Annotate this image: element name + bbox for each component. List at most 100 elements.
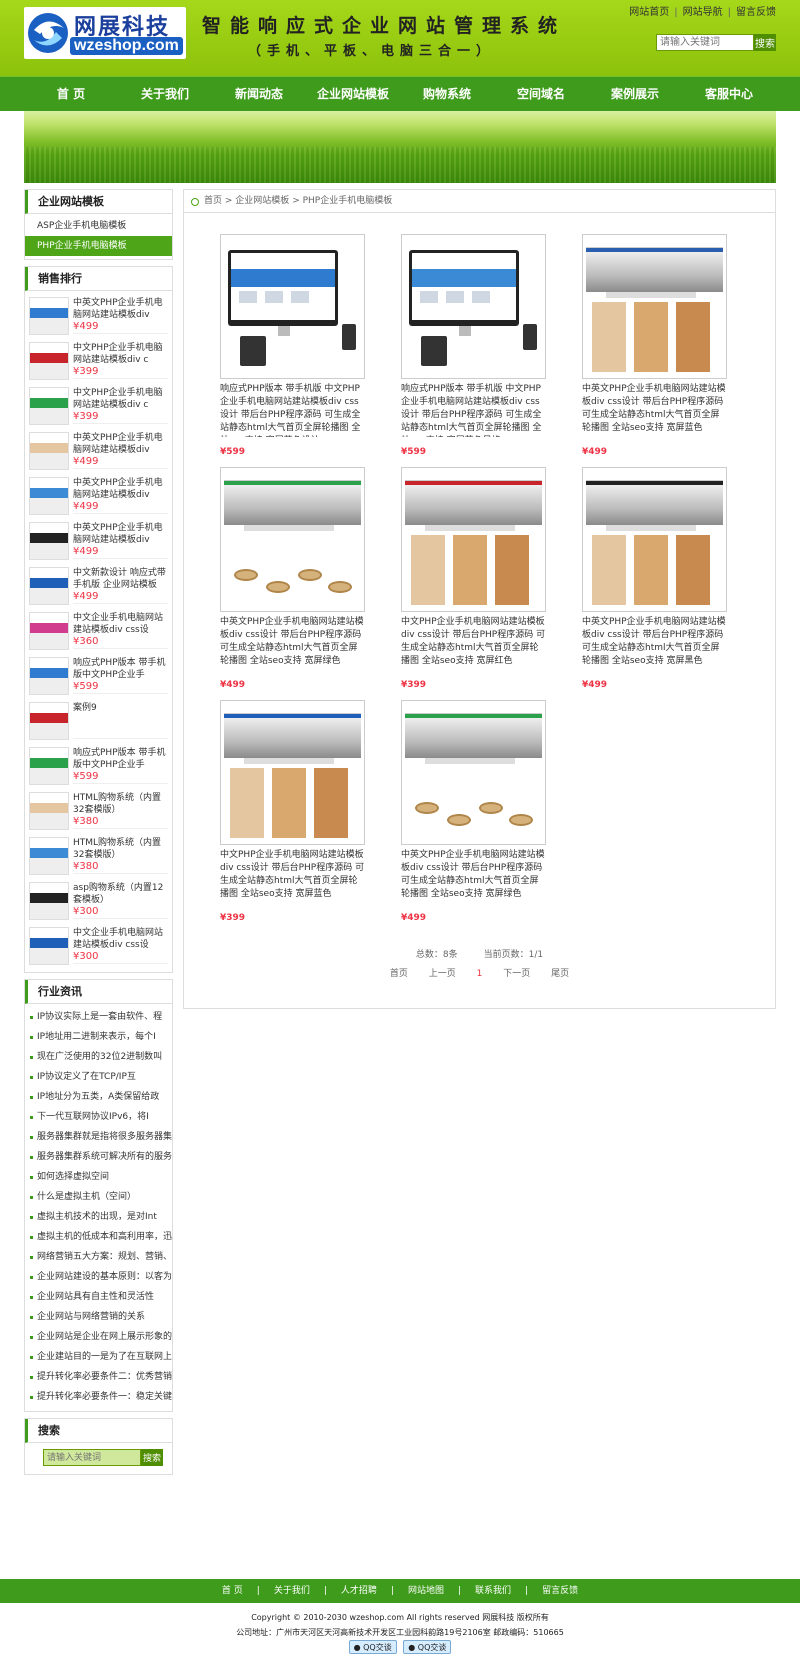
sales-item[interactable]: HTML购物系统（内置32套模版） ¥380 [25, 833, 172, 878]
sales-item-thumbnail[interactable] [29, 432, 69, 470]
sales-item-name[interactable]: 中文PHP企业手机电脑网站建站模板div c [73, 342, 168, 366]
sales-item[interactable]: 中英文PHP企业手机电脑网站建站模板div ¥499 [25, 518, 172, 563]
sales-item-name[interactable]: 响应式PHP版本 带手机版中文PHP企业手 [73, 747, 168, 771]
news-item[interactable]: 下一代互联网协议IPv6，将I [25, 1107, 172, 1127]
pager-page-1[interactable]: 1 [477, 969, 483, 979]
news-item[interactable]: 提升转化率必要条件一：稳定关键 [25, 1387, 172, 1407]
sales-item-thumbnail[interactable] [29, 297, 69, 335]
news-item[interactable]: IP地址分为五类，A类保留给政 [25, 1087, 172, 1107]
news-item[interactable]: 网络营销五大方案：规划、营销、 [25, 1247, 172, 1267]
category-item-asp[interactable]: ASP企业手机电脑模板 [25, 216, 172, 236]
sales-item-name[interactable]: 中英文PHP企业手机电脑网站建站模板div [73, 432, 168, 456]
sales-item-thumbnail[interactable] [29, 522, 69, 560]
sales-item-thumbnail[interactable] [29, 747, 69, 785]
breadcrumb-home[interactable]: 首页 [204, 196, 222, 206]
breadcrumb-templates[interactable]: 企业网站模板 [235, 196, 289, 206]
nav-about[interactable]: 关于我们 [118, 77, 212, 111]
sales-item-name[interactable]: 中文企业手机电脑网站建站模板div css设 [73, 612, 168, 636]
side-search-button[interactable]: 搜索 [141, 1449, 163, 1466]
product-image[interactable] [401, 467, 546, 612]
footer-link[interactable]: 留言反馈 [542, 1586, 578, 1596]
sales-item[interactable]: 中英文PHP企业手机电脑网站建站模板div ¥499 [25, 428, 172, 473]
footer-link[interactable]: 人才招聘 [341, 1586, 377, 1596]
pager-prev[interactable]: 上一页 [429, 969, 456, 979]
sales-item[interactable]: 中文PHP企业手机电脑网站建站模板div c ¥399 [25, 383, 172, 428]
qq-chat-button[interactable]: ● QQ交谈 [348, 1640, 397, 1654]
sales-item-thumbnail[interactable] [29, 342, 69, 380]
product-title[interactable]: 响应式PHP版本 带手机版 中文PHP企业手机电脑网站建站模板div css设计… [220, 383, 365, 437]
sales-item[interactable]: 案例9 [25, 698, 172, 743]
sales-item-name[interactable]: 中文企业手机电脑网站建站模板div css设 [73, 927, 168, 951]
footer-link[interactable]: 首 页 [222, 1586, 243, 1596]
side-search-input[interactable] [43, 1449, 141, 1466]
news-item[interactable]: 服务器集群系统可解决所有的服务 [25, 1147, 172, 1167]
news-item[interactable]: IP协议定义了在TCP/IP互 [25, 1067, 172, 1087]
product-title[interactable]: 中文PHP企业手机电脑网站建站模板div css设计 带后台PHP程序源码 可生… [220, 849, 365, 903]
sales-item-thumbnail[interactable] [29, 882, 69, 920]
category-item-php[interactable]: PHP企业手机电脑模板 [25, 236, 172, 256]
nav-home[interactable]: 首 页 [24, 77, 118, 111]
sales-item[interactable]: 响应式PHP版本 带手机版中文PHP企业手 ¥599 [25, 743, 172, 788]
sales-item-name[interactable]: 响应式PHP版本 带手机版中文PHP企业手 [73, 657, 168, 681]
sales-item-thumbnail[interactable] [29, 657, 69, 695]
sales-item-name[interactable]: HTML购物系统（内置32套模版） [73, 837, 168, 861]
product-title[interactable]: 中英文PHP企业手机电脑网站建站模板div css设计 带后台PHP程序源码 可… [401, 849, 546, 903]
sales-item-thumbnail[interactable] [29, 927, 69, 965]
sales-item-name[interactable]: 中英文PHP企业手机电脑网站建站模板div [73, 477, 168, 501]
news-item[interactable]: 服务器集群就是指将很多服务器集 [25, 1127, 172, 1147]
pager-last[interactable]: 尾页 [551, 969, 569, 979]
product-image[interactable] [582, 467, 727, 612]
nav-service[interactable]: 客服中心 [682, 77, 776, 111]
sales-item-name[interactable]: 中文新款设计 响应式带手机版 企业网站模板 [73, 567, 168, 591]
sales-item[interactable]: 响应式PHP版本 带手机版中文PHP企业手 ¥599 [25, 653, 172, 698]
news-item[interactable]: IP协议实际上是一套由软件、程 [25, 1007, 172, 1027]
sales-item-name[interactable]: 中文PHP企业手机电脑网站建站模板div c [73, 387, 168, 411]
sales-item[interactable]: 中文新款设计 响应式带手机版 企业网站模板 ¥499 [25, 563, 172, 608]
sales-item-name[interactable]: 中英文PHP企业手机电脑网站建站模板div [73, 522, 168, 546]
footer-link[interactable]: 关于我们 [274, 1586, 310, 1596]
news-item[interactable]: 现在广泛使用的32位2进制数叫 [25, 1047, 172, 1067]
sales-item-thumbnail[interactable] [29, 837, 69, 875]
product-image[interactable] [582, 234, 727, 379]
nav-news[interactable]: 新闻动态 [212, 77, 306, 111]
sales-item[interactable]: 中文PHP企业手机电脑网站建站模板div c ¥399 [25, 338, 172, 383]
footer-link[interactable]: 网站地图 [408, 1586, 444, 1596]
top-link-sitemap[interactable]: 网站导航 [683, 7, 723, 18]
news-item[interactable]: 企业网站是企业在网上展示形象的 [25, 1327, 172, 1347]
pager-first[interactable]: 首页 [390, 969, 408, 979]
footer-link[interactable]: 联系我们 [475, 1586, 511, 1596]
sales-item-name[interactable]: 案例9 [73, 702, 168, 714]
sales-item-thumbnail[interactable] [29, 702, 69, 740]
product-image[interactable] [220, 234, 365, 379]
sales-item[interactable]: 中英文PHP企业手机电脑网站建站模板div ¥499 [25, 293, 172, 338]
news-item[interactable]: 什么是虚拟主机（空间） [25, 1187, 172, 1207]
product-image[interactable] [401, 700, 546, 845]
news-item[interactable]: 虚拟主机技术的出现，是对Int [25, 1207, 172, 1227]
nav-cases[interactable]: 案例展示 [588, 77, 682, 111]
pager-next[interactable]: 下一页 [503, 969, 530, 979]
product-title[interactable]: 中英文PHP企业手机电脑网站建站模板div css设计 带后台PHP程序源码 可… [582, 616, 727, 670]
sales-item-thumbnail[interactable] [29, 612, 69, 650]
product-image[interactable] [401, 234, 546, 379]
top-link-home[interactable]: 网站首页 [629, 7, 669, 18]
sales-item-name[interactable]: 中英文PHP企业手机电脑网站建站模板div [73, 297, 168, 321]
sales-item[interactable]: 中文企业手机电脑网站建站模板div css设 ¥360 [25, 608, 172, 653]
sales-item-thumbnail[interactable] [29, 792, 69, 830]
news-item[interactable]: 如何选择虚拟空间 [25, 1167, 172, 1187]
sales-item-thumbnail[interactable] [29, 387, 69, 425]
product-title[interactable]: 中英文PHP企业手机电脑网站建站模板div css设计 带后台PHP程序源码 可… [220, 616, 365, 670]
sales-item[interactable]: asp购物系统（内置12套模板） ¥300 [25, 878, 172, 923]
sales-item-thumbnail[interactable] [29, 477, 69, 515]
product-image[interactable] [220, 467, 365, 612]
sales-item-thumbnail[interactable] [29, 567, 69, 605]
header-search-button[interactable]: 搜索 [754, 34, 776, 51]
sales-item[interactable]: 中文企业手机电脑网站建站模板div css设 ¥300 [25, 923, 172, 968]
product-image[interactable] [220, 700, 365, 845]
sales-item[interactable]: 中英文PHP企业手机电脑网站建站模板div ¥499 [25, 473, 172, 518]
product-title[interactable]: 中英文PHP企业手机电脑网站建站模板div css设计 带后台PHP程序源码 可… [582, 383, 727, 437]
sales-item-name[interactable]: asp购物系统（内置12套模板） [73, 882, 168, 906]
product-title[interactable]: 响应式PHP版本 带手机版 中文PHP企业手机电脑网站建站模板div css设计… [401, 383, 546, 437]
nav-hosting[interactable]: 空间域名 [494, 77, 588, 111]
news-item[interactable]: 企业网站具有自主性和灵活性 [25, 1287, 172, 1307]
news-item[interactable]: 企业网站与网络营销的关系 [25, 1307, 172, 1327]
